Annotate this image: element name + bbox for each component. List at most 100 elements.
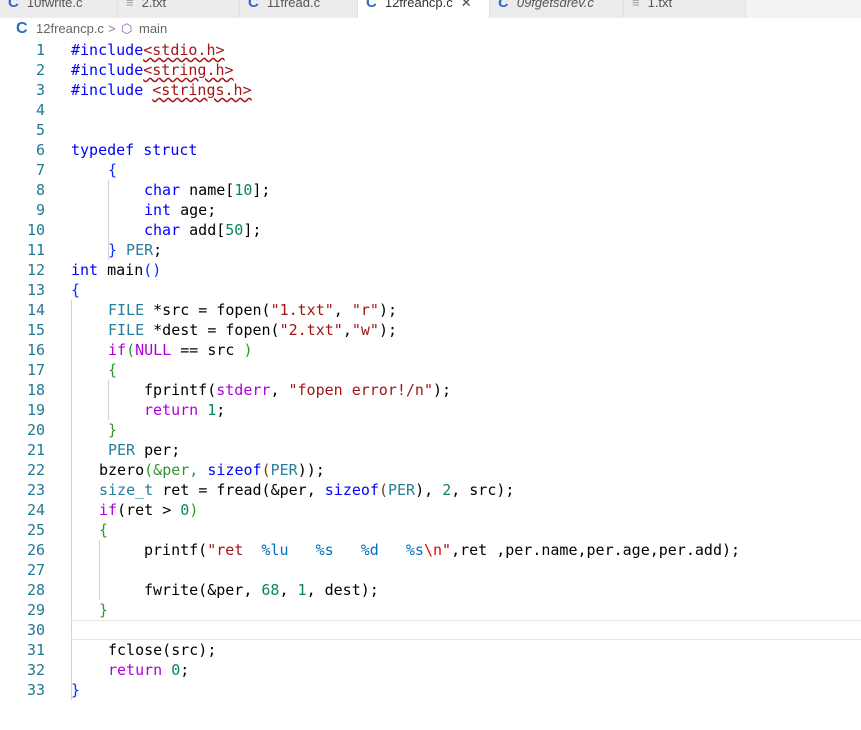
tab-2-txt[interactable]: ≡ 2.txt [118, 0, 240, 18]
breadcrumb-symbol[interactable]: main [139, 18, 167, 40]
code-text: ret = fread(&per, [153, 481, 325, 499]
line-number: 12 [26, 261, 45, 279]
code-line[interactable]: 2 #include<string.h> [0, 60, 861, 80]
code-line[interactable]: 1 #include<stdio.h> [0, 40, 861, 60]
code-line[interactable]: 28 fwrite(&per, 68, 1, dest); [0, 580, 861, 600]
code-text: ]; [252, 181, 271, 199]
keyword: if [99, 501, 118, 519]
keyword: if [108, 341, 127, 359]
string: "fopen error!/n" [288, 381, 434, 399]
code-text: ), [415, 481, 443, 499]
code-text: , [279, 581, 298, 599]
code-line[interactable]: 11} PER; [0, 240, 861, 260]
code-text: bzero [99, 461, 145, 479]
code-line[interactable]: 23 size_t ret = fread(&per, sizeof(PER), … [0, 480, 861, 500]
code-line[interactable]: 21 PER per; [0, 440, 861, 460]
code-line[interactable]: 13 { [0, 280, 861, 300]
code-text: age; [171, 201, 217, 219]
string [379, 541, 406, 559]
include-path: <strings.h> [152, 81, 252, 99]
line-number: 7 [35, 161, 45, 179]
code-line[interactable]: 16 if(NULL == src ) [0, 340, 861, 360]
tab-11fread[interactable]: C 11fread.c [240, 0, 358, 18]
c-file-icon: C [8, 0, 19, 11]
tab-10fwrite[interactable]: C 10fwrite.c [0, 0, 118, 18]
code-line[interactable]: 33} [0, 680, 861, 700]
line-number: 28 [26, 581, 45, 599]
code-text: ; [216, 401, 226, 419]
code-line[interactable]: 20} [0, 420, 861, 440]
line-number: 21 [26, 441, 45, 459]
line-number: 26 [26, 541, 45, 559]
number: 68 [261, 581, 280, 599]
text-file-icon: ≡ [632, 0, 640, 10]
type-name: FILE [108, 301, 145, 319]
line-number: 33 [26, 681, 45, 699]
code-line[interactable]: 25 { [0, 520, 861, 540]
current-line[interactable]: 30 [0, 620, 861, 640]
code-line[interactable]: 18 fprintf(stderr, "fopen error!/n"); [0, 380, 861, 400]
code-line[interactable]: 15 FILE *dest = fopen("2.txt","w"); [0, 320, 861, 340]
code-line[interactable]: 3 #include <strings.h> [0, 80, 861, 100]
code-line[interactable]: 4 [0, 100, 861, 120]
escape-seq: \n [423, 541, 443, 559]
tab-label: 1.txt [647, 0, 673, 10]
code-line[interactable]: 6 typedef struct [0, 140, 861, 160]
code-line[interactable]: 24 if(ret > 0) [0, 500, 861, 520]
code-line[interactable]: 9 int age; [0, 200, 861, 220]
code-text: fprintf( [144, 381, 217, 399]
code-editor[interactable]: 1 #include<stdio.h> 2 #include<string.h> 3… [0, 40, 861, 700]
editor-tab-bar: C 10fwrite.c ≡ 2.txt C 11fread.c C 12freancp… [0, 0, 861, 18]
number: 0 [171, 661, 181, 679]
code-line[interactable]: 14 FILE *src = fopen("1.txt", "r"); [0, 300, 861, 320]
preprocessor: #include [71, 41, 144, 59]
chevron-right-icon: > [108, 21, 116, 36]
code-text: )); [297, 461, 325, 479]
brace: ( [126, 341, 136, 359]
code-line[interactable]: 27 [0, 560, 861, 580]
tab-label: 10fwrite.c [26, 0, 83, 10]
code-line[interactable]: 32 return 0; [0, 660, 861, 680]
code-line[interactable]: 26 printf("ret %lu %s %d %s\n",ret ,per.n… [0, 540, 861, 560]
code-text: ]; [243, 221, 262, 239]
code-line[interactable]: 12 int main() [0, 260, 861, 280]
type-name: PER [388, 481, 416, 499]
code-line[interactable]: 10 char add[50]; [0, 220, 861, 240]
code-line[interactable]: 22 bzero(&per, sizeof(PER)); [0, 460, 861, 480]
brace: () [143, 261, 162, 279]
tab-12freancp[interactable]: C 12freancp.c ✕ [358, 0, 490, 18]
tab-09fgetsdrev[interactable]: C 09fgetsdrev.c [490, 0, 624, 18]
number: 1 [207, 401, 217, 419]
code-line[interactable]: 8 char name[10]; [0, 180, 861, 200]
line-number: 22 [26, 461, 45, 479]
line-number: 31 [26, 641, 45, 659]
code-text: printf( [144, 541, 208, 559]
code-text: *dest = fopen( [144, 321, 280, 339]
code-line[interactable]: 31 fclose(src); [0, 640, 861, 660]
code-text: (&per, [144, 461, 208, 479]
code-text: , [270, 381, 289, 399]
line-number: 15 [26, 321, 45, 339]
brace: } [71, 681, 81, 699]
code-line[interactable]: 5 [0, 120, 861, 140]
code-text: fwrite(&per, [144, 581, 262, 599]
string: "w" [351, 321, 379, 339]
code-text: *src = fopen( [144, 301, 271, 319]
code-text: add[ [180, 221, 226, 239]
code-line[interactable]: 29} [0, 600, 861, 620]
text-file-icon: ≡ [126, 0, 134, 10]
code-text: ); [433, 381, 452, 399]
tab-1-txt[interactable]: ≡ 1.txt [624, 0, 746, 18]
breadcrumb-file[interactable]: 12freancp.c [36, 18, 104, 40]
c-file-icon: C [16, 20, 28, 37]
close-icon[interactable]: ✕ [461, 0, 472, 10]
line-number: 16 [26, 341, 45, 359]
code-line[interactable]: 19 return 1; [0, 400, 861, 420]
format-spec: %lu [261, 541, 289, 559]
line-number: 30 [26, 621, 45, 639]
code-line[interactable]: 17 { [0, 360, 861, 380]
code-line[interactable]: 7{ [0, 160, 861, 180]
c-file-icon: C [248, 0, 259, 11]
keyword: char [144, 221, 181, 239]
